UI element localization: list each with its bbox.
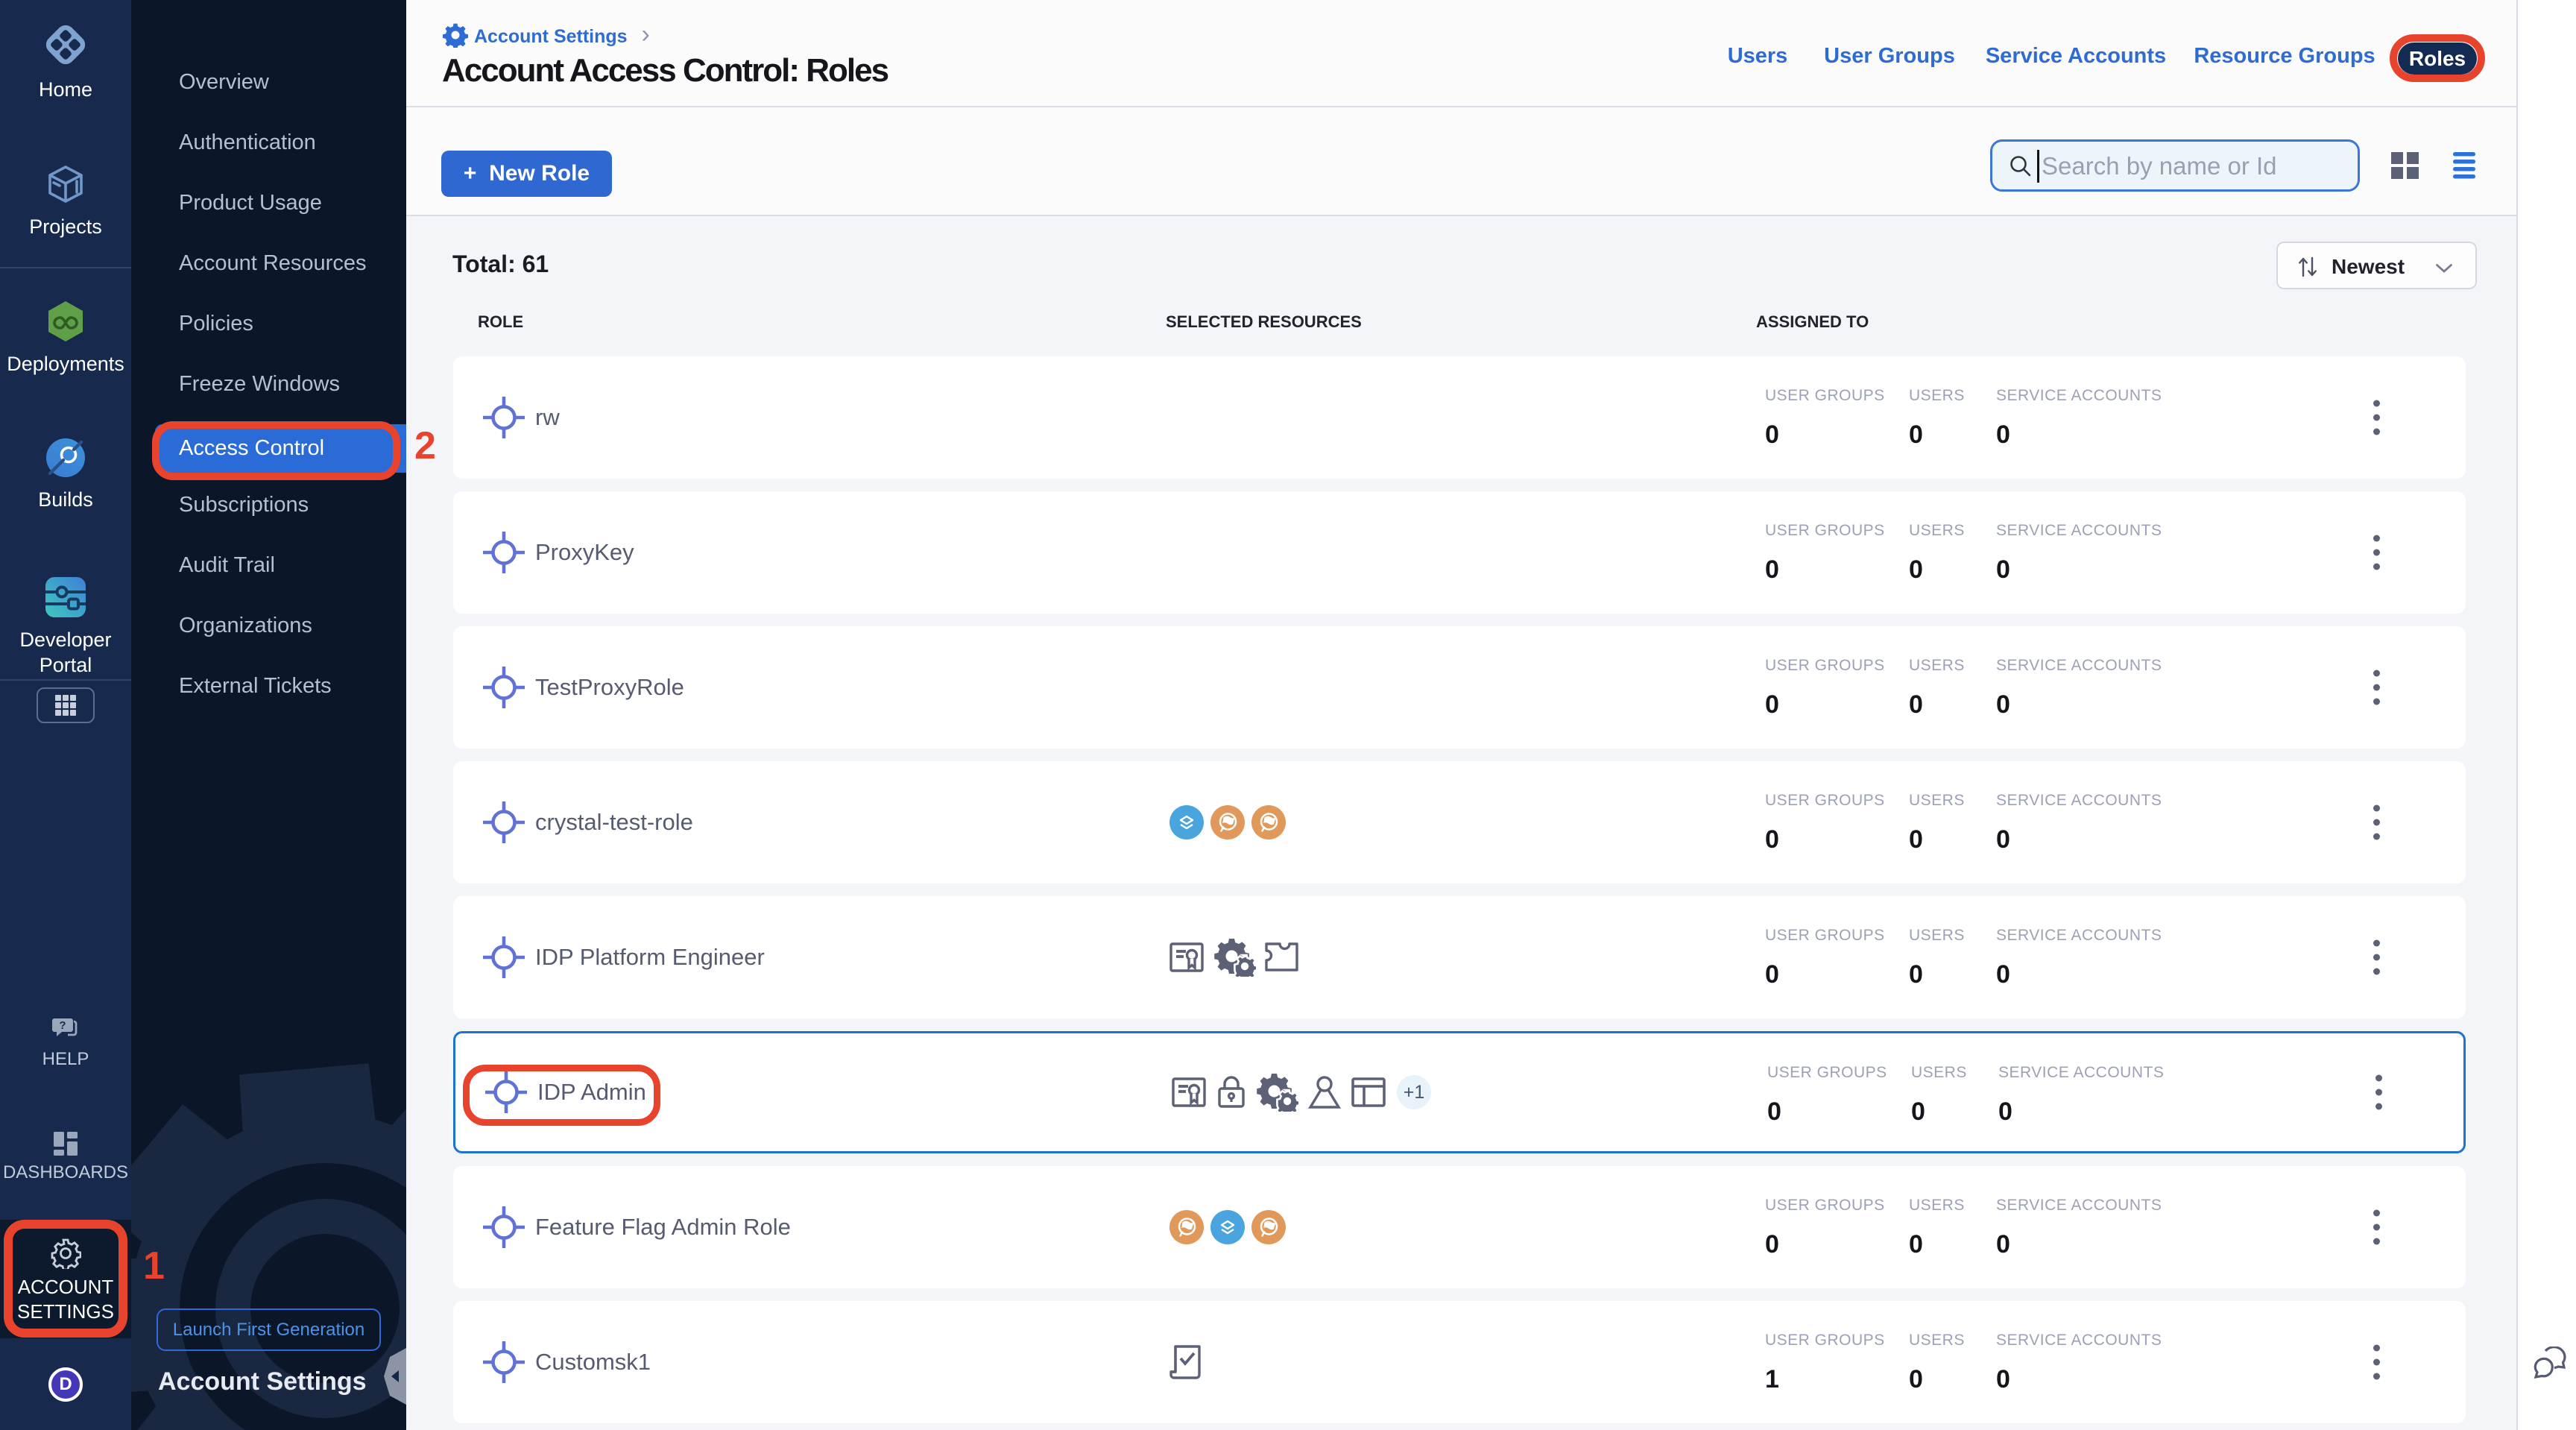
- svg-text:?: ?: [59, 1019, 66, 1032]
